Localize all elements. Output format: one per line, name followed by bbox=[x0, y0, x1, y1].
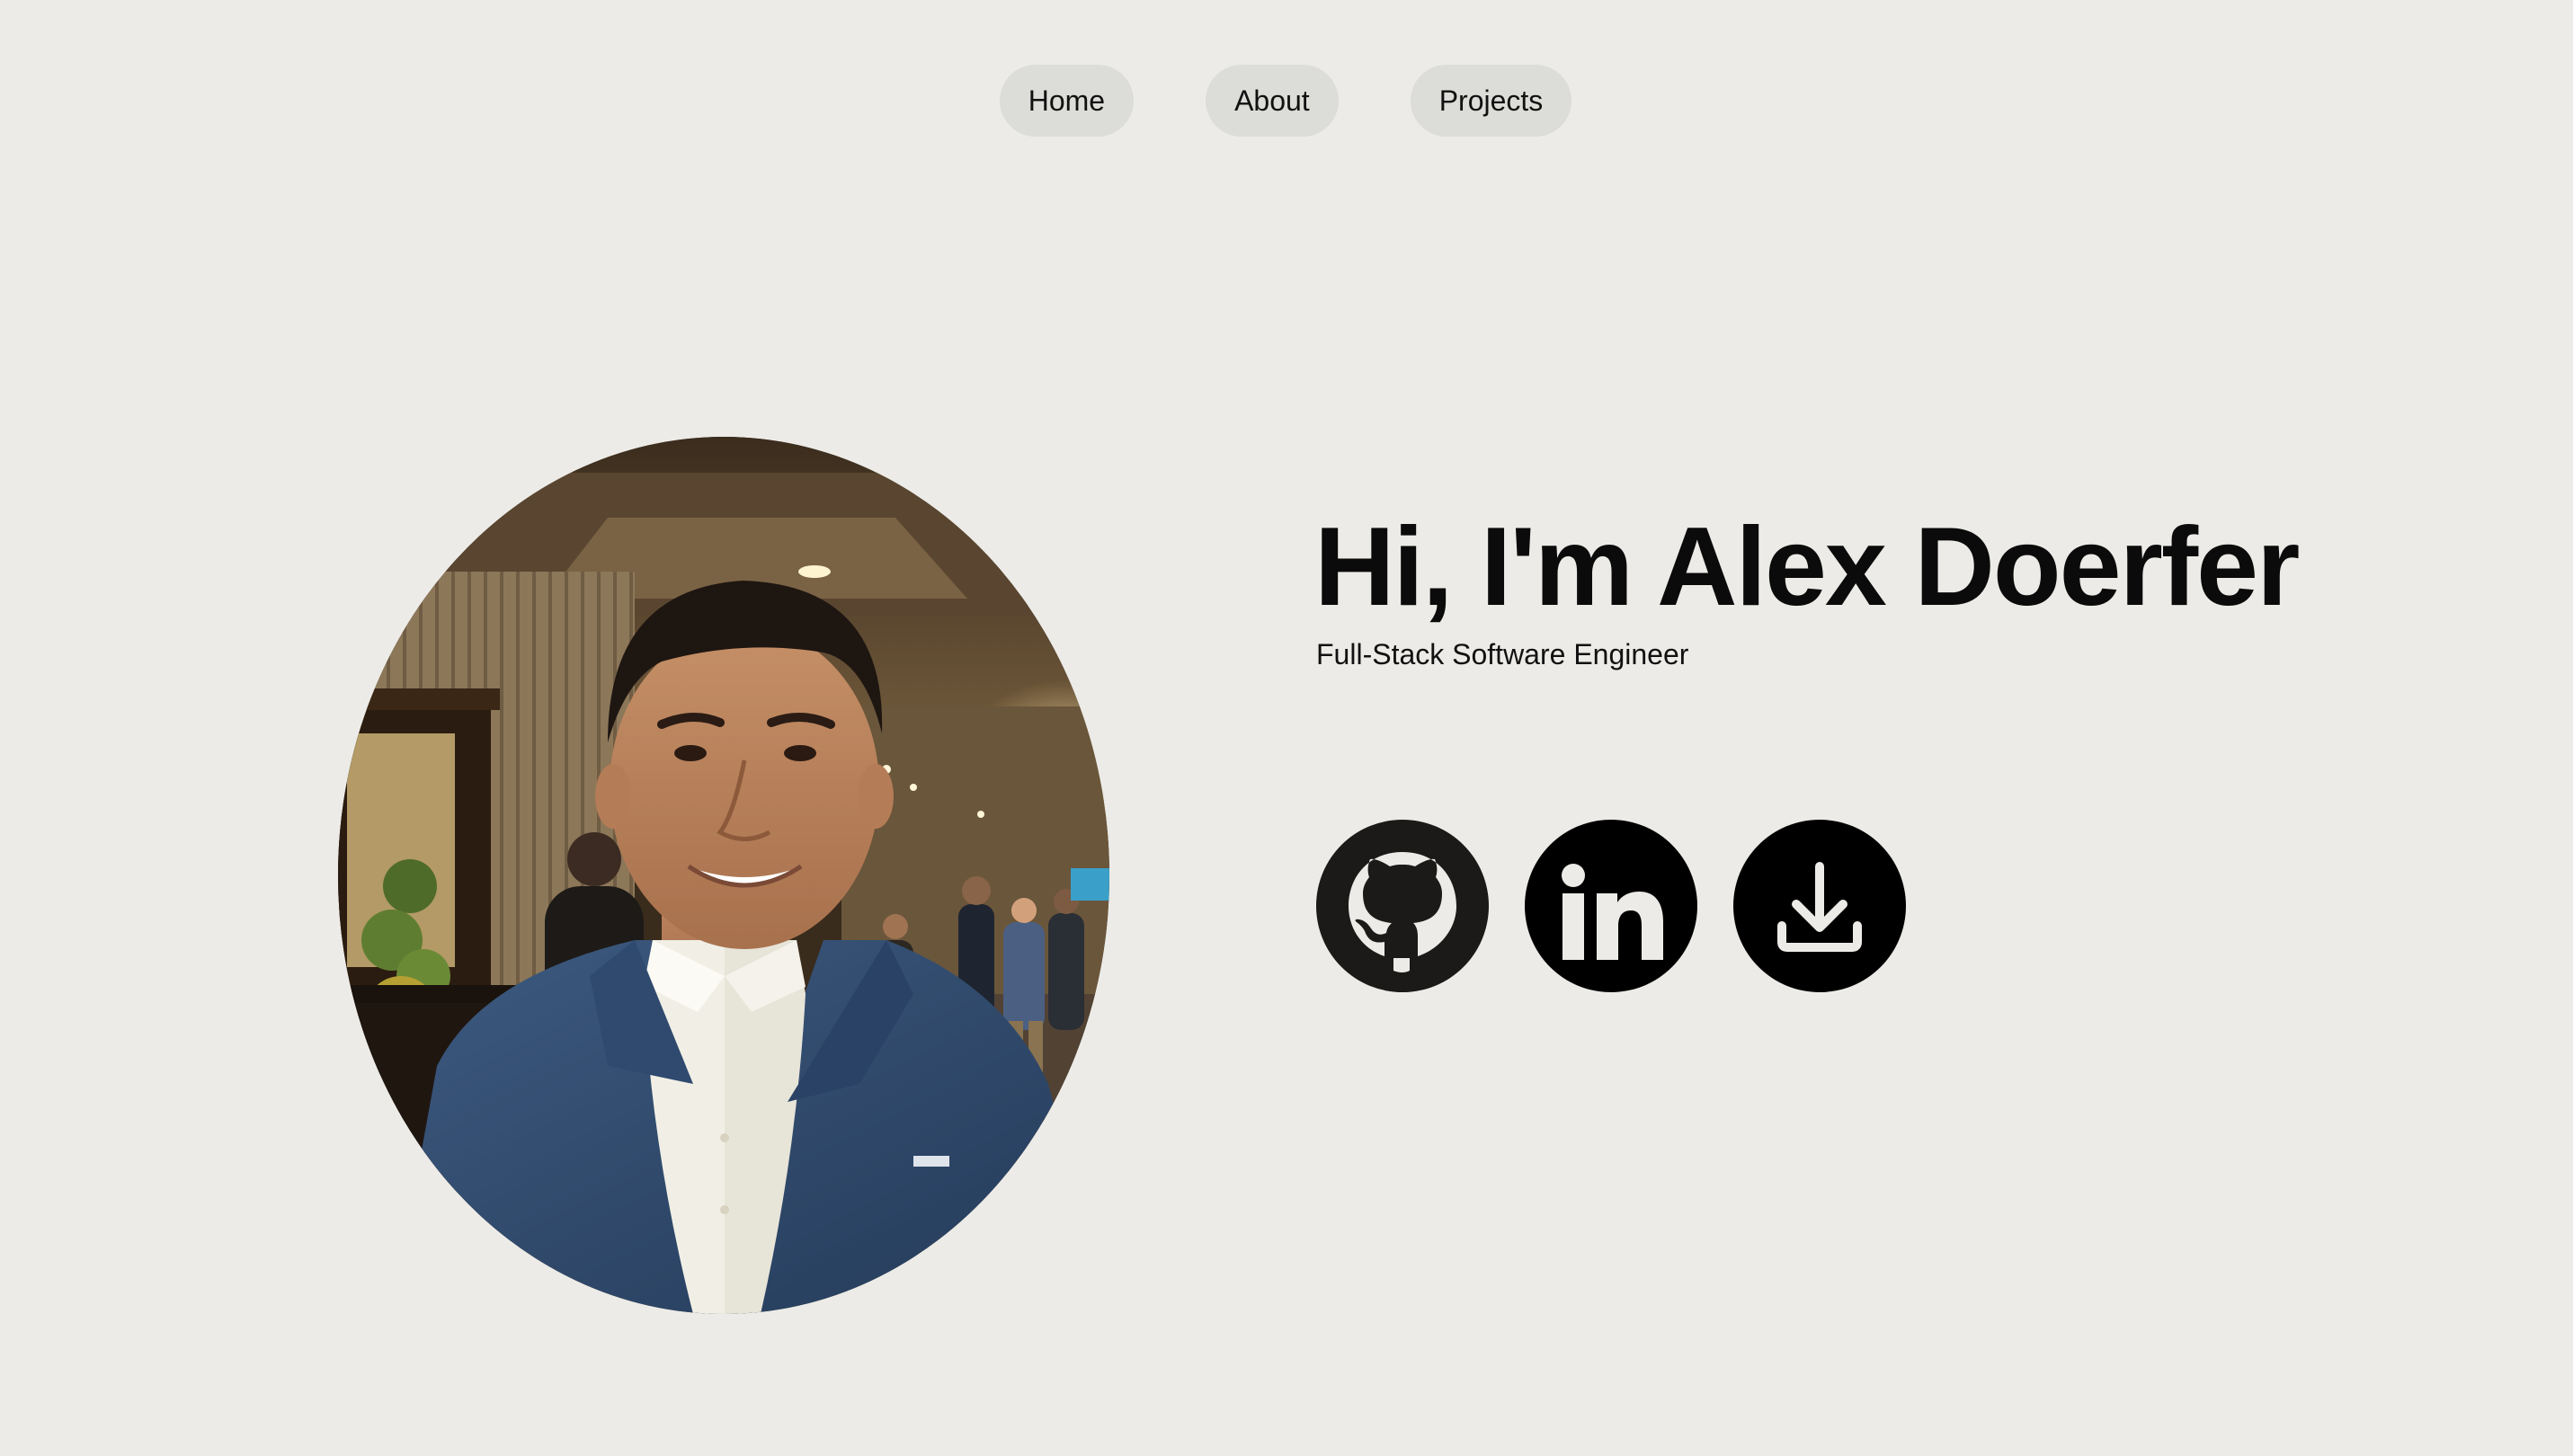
nav-home-button[interactable]: Home bbox=[999, 65, 1135, 137]
github-icon bbox=[1349, 852, 1456, 992]
nav-projects-button[interactable]: Projects bbox=[1410, 65, 1572, 137]
profile-photo-illustration bbox=[338, 437, 1109, 1314]
social-links bbox=[1316, 820, 1906, 992]
download-icon bbox=[1777, 862, 1862, 952]
profile-photo bbox=[338, 437, 1109, 1314]
top-nav: Home About Projects bbox=[0, 65, 2573, 137]
nav-about-button[interactable]: About bbox=[1206, 65, 1339, 137]
hero-title: Hi, I'm Alex Doerfer bbox=[1314, 505, 2300, 629]
hero-section: Hi, I'm Alex Doerfer Full-Stack Software… bbox=[1314, 503, 2300, 672]
hero-subtitle: Full-Stack Software Engineer bbox=[1316, 638, 1689, 670]
linkedin-icon bbox=[1562, 864, 1663, 960]
download-resume-button[interactable] bbox=[1733, 820, 1906, 992]
github-link-button[interactable] bbox=[1316, 820, 1489, 992]
linkedin-link-button[interactable] bbox=[1525, 820, 1697, 992]
